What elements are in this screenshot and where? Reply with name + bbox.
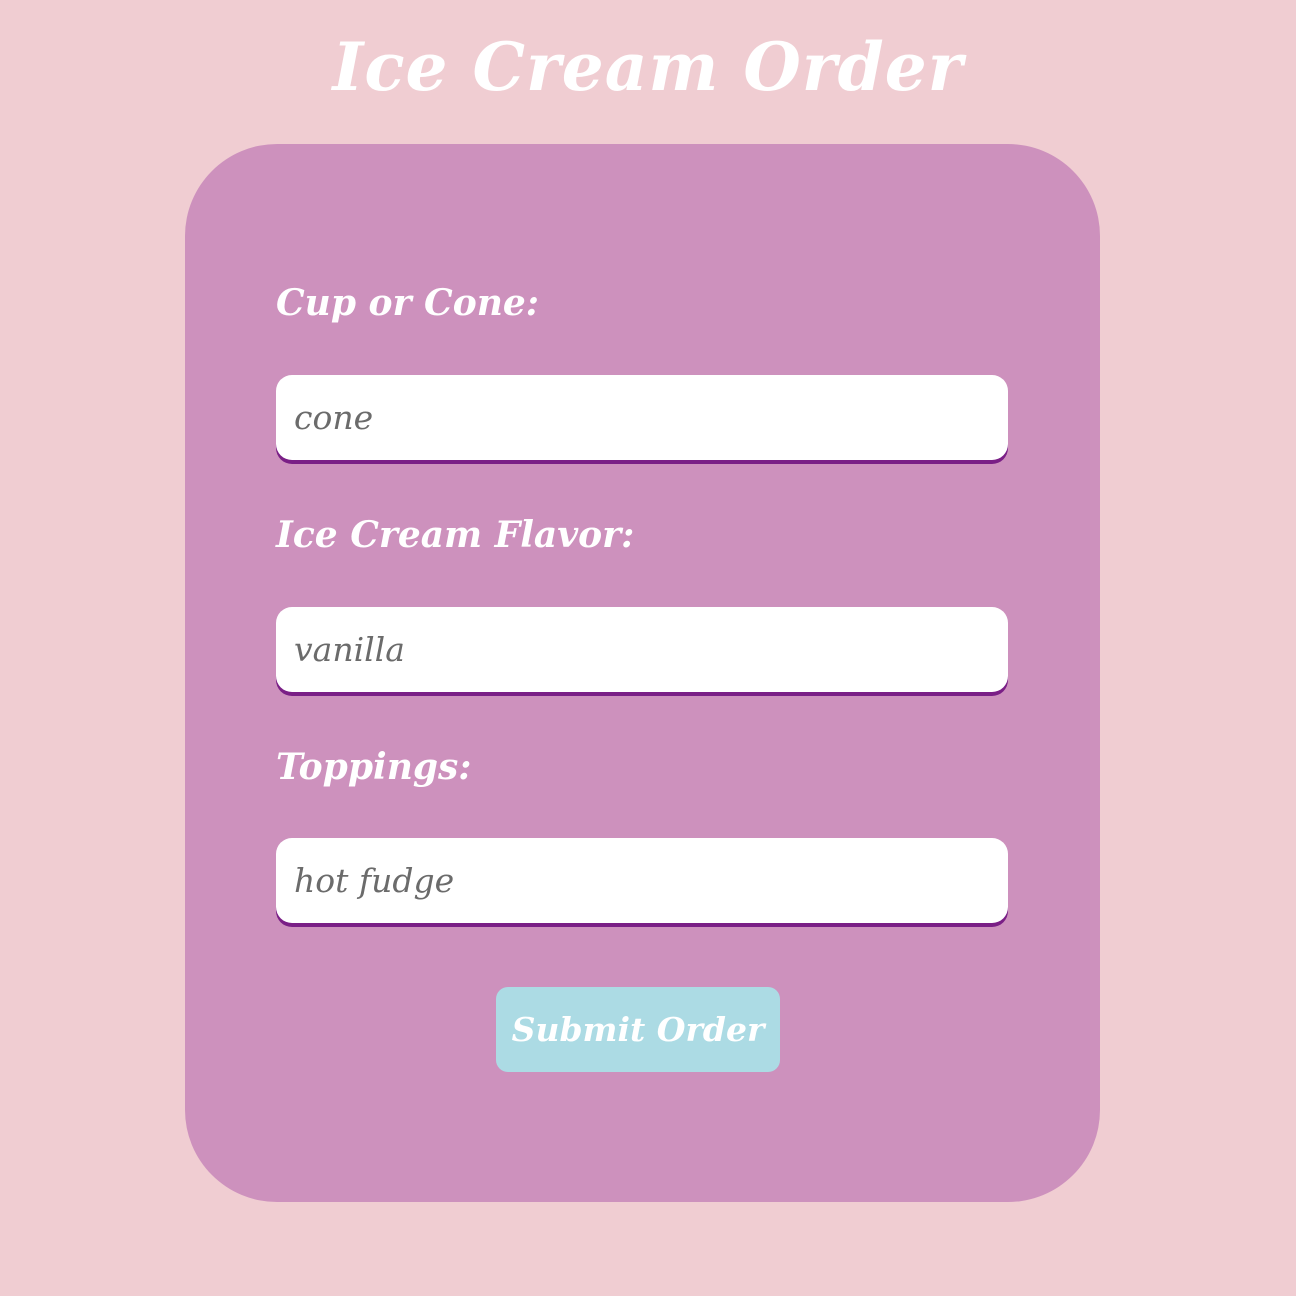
ice-cream-flavor-label: Ice Cream Flavor: [276, 514, 635, 556]
page-title: Ice Cream Order [332, 28, 964, 106]
ice-cream-flavor-input[interactable] [276, 607, 1008, 692]
toppings-input[interactable] [276, 838, 1008, 923]
toppings-label: Toppings: [276, 746, 472, 788]
cup-or-cone-input[interactable] [276, 375, 1008, 460]
cup-or-cone-label: Cup or Cone: [276, 282, 540, 324]
submit-order-button[interactable]: Submit Order [496, 987, 780, 1072]
order-form: Cup or Cone: Ice Cream Flavor: Toppings:… [185, 144, 1100, 1202]
